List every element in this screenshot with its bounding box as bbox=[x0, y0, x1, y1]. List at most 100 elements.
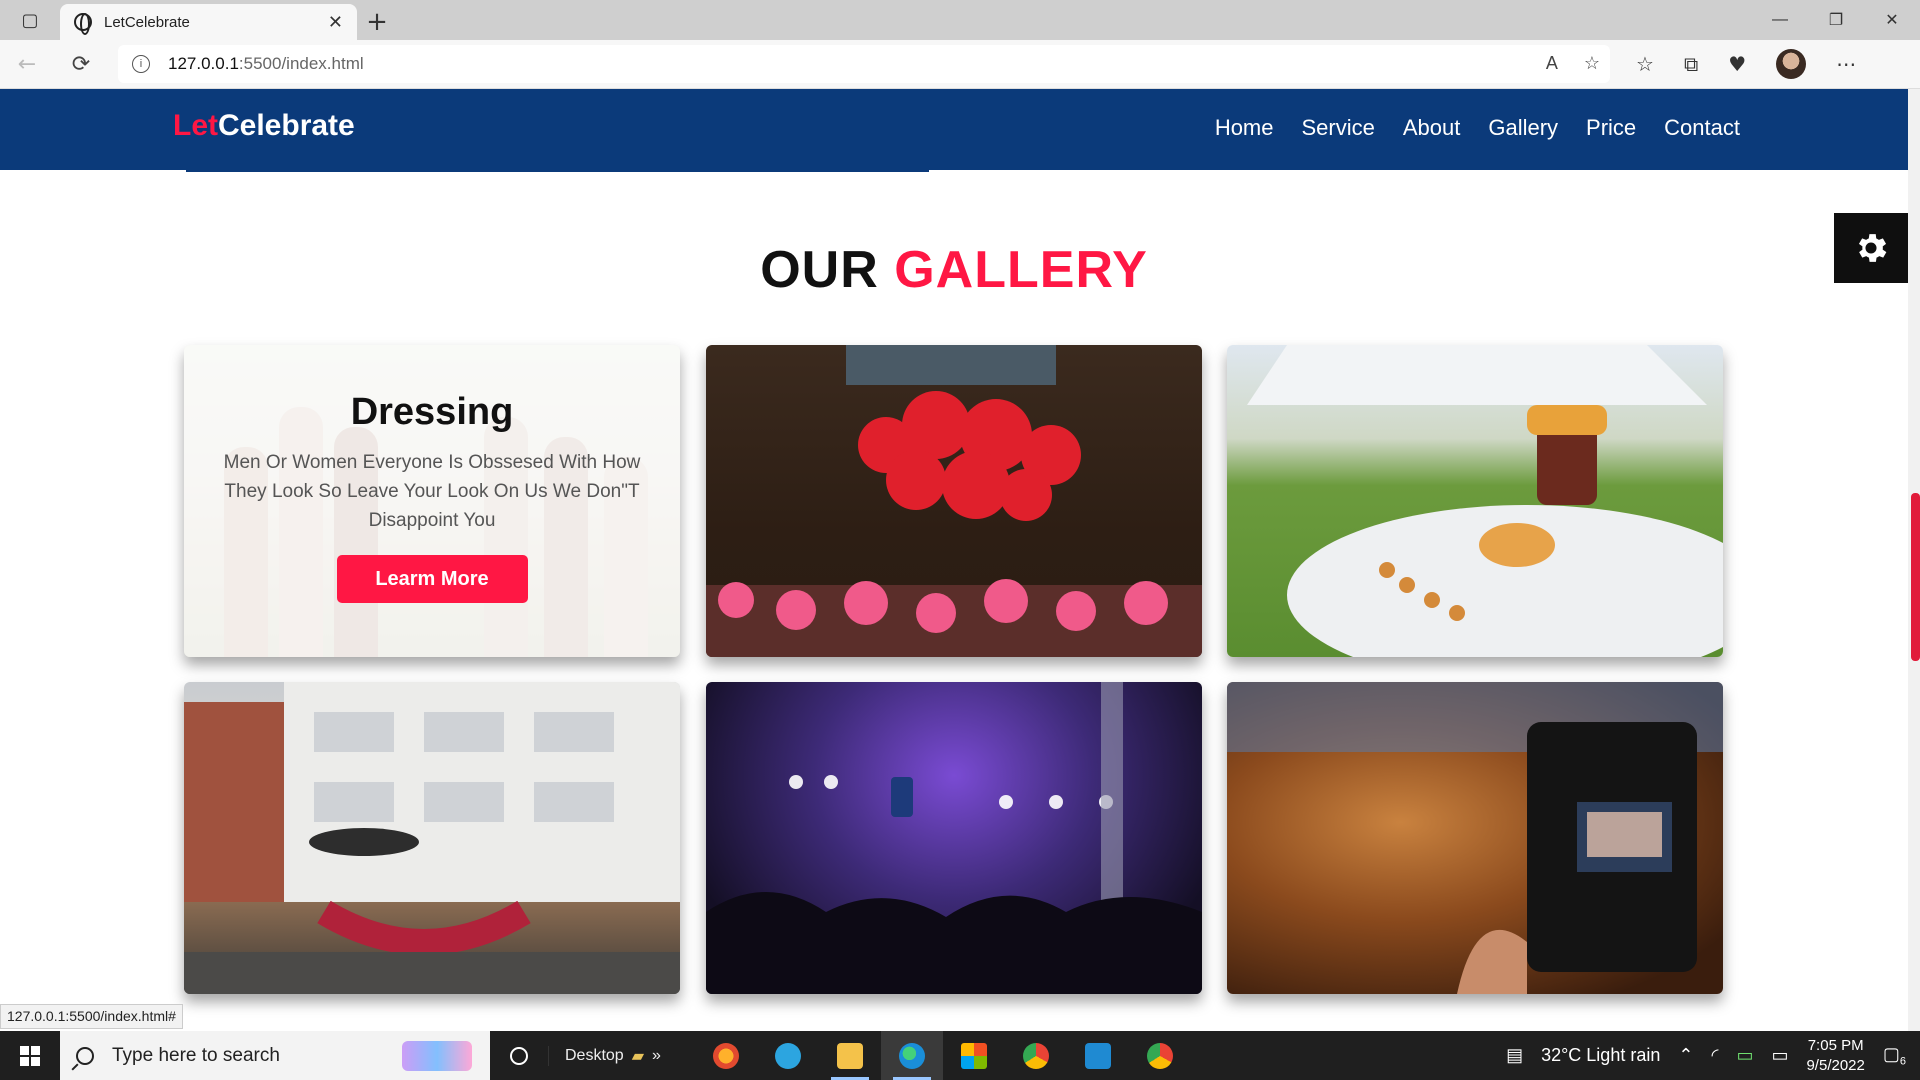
site-logo[interactable]: LetCelebrate bbox=[173, 109, 355, 143]
logo-rest: Celebrate bbox=[218, 109, 355, 142]
browser-toolbar: ☆ ⧉ ♥ ⋯ bbox=[1636, 49, 1856, 79]
logo-accent: Let bbox=[173, 109, 218, 142]
gallery-heading: OUR GALLERY bbox=[0, 240, 1908, 300]
collections-icon[interactable]: ⧉ bbox=[1684, 52, 1698, 76]
display-icon[interactable]: ▭ bbox=[1771, 1045, 1788, 1066]
firefox-app[interactable] bbox=[695, 1031, 757, 1080]
folder-icon bbox=[836, 1042, 863, 1069]
close-window-button[interactable]: ✕ bbox=[1864, 0, 1920, 40]
search-icon bbox=[76, 1046, 94, 1065]
wifi-icon[interactable]: ◜ bbox=[1711, 1045, 1718, 1066]
tab-title: LetCelebrate bbox=[104, 13, 190, 31]
nav-home[interactable]: Home bbox=[1215, 115, 1274, 141]
gallery-card-party[interactable] bbox=[1227, 345, 1723, 657]
chrome-profile-app[interactable] bbox=[1129, 1031, 1191, 1080]
nav-service[interactable]: Service bbox=[1302, 115, 1375, 141]
site-info-icon[interactable]: i bbox=[132, 55, 150, 73]
desktop-toolbar[interactable]: Desktop ▰ » bbox=[548, 1045, 677, 1066]
street-image bbox=[184, 682, 680, 994]
camera-image bbox=[1227, 682, 1723, 994]
edge-app[interactable] bbox=[880, 1031, 943, 1080]
weather-icon: ▤ bbox=[1506, 1045, 1524, 1065]
weather-text[interactable]: 32°C Light rain bbox=[1541, 1045, 1660, 1066]
header-underline bbox=[186, 169, 929, 172]
taskbar: Type here to search Desktop ▰ » ▤ 32°C L… bbox=[0, 1031, 1920, 1080]
flowers-image bbox=[706, 345, 1202, 657]
address-bar[interactable]: i 127.0.0.1:5500/index.html A ☆ bbox=[118, 45, 1610, 83]
firefox-icon bbox=[712, 1042, 739, 1069]
file-explorer-app[interactable] bbox=[819, 1031, 881, 1080]
vscode-app[interactable] bbox=[1067, 1031, 1129, 1080]
minimize-button[interactable]: — bbox=[1752, 0, 1808, 40]
restore-button[interactable]: ❐ bbox=[1808, 0, 1864, 40]
edge-icon bbox=[898, 1042, 925, 1069]
nav-price[interactable]: Price bbox=[1586, 115, 1636, 141]
url-path: :5500/index.html bbox=[238, 54, 364, 73]
card-description: Men Or Women Everyone Is Obssesed With H… bbox=[223, 452, 641, 531]
browser-tabbar: ▢ LetCelebrate ✕ + — ❐ ✕ bbox=[0, 0, 1920, 40]
store-icon bbox=[960, 1042, 987, 1069]
gallery-card-dressing[interactable]: Dressing Men Or Women Everyone Is Obsses… bbox=[184, 345, 680, 657]
browser-tab[interactable]: LetCelebrate ✕ bbox=[60, 4, 357, 40]
close-tab-icon[interactable]: ✕ bbox=[328, 12, 343, 33]
chrome-app[interactable] bbox=[1005, 1031, 1067, 1080]
street-illustration bbox=[184, 682, 680, 994]
nav-about[interactable]: About bbox=[1403, 115, 1461, 141]
learn-more-button[interactable]: Learm More bbox=[336, 555, 528, 603]
cortana-icon bbox=[510, 1046, 528, 1065]
desktop-label: Desktop bbox=[565, 1046, 624, 1064]
card-content: Dressing Men Or Women Everyone Is Obsses… bbox=[184, 345, 680, 657]
battery-icon[interactable]: ▭ bbox=[1736, 1045, 1753, 1066]
health-icon[interactable]: ♥ bbox=[1728, 52, 1746, 76]
scrollbar-thumb[interactable] bbox=[1911, 493, 1920, 661]
chrome-icon bbox=[1022, 1042, 1049, 1069]
cortana-button[interactable] bbox=[490, 1046, 548, 1065]
search-placeholder: Type here to search bbox=[112, 1044, 280, 1066]
clock-time: 7:05 PM bbox=[1807, 1036, 1864, 1054]
concert-image bbox=[706, 682, 1202, 994]
site-header: LetCelebrate Home Service About Gallery … bbox=[0, 89, 1908, 170]
tab-actions-icon[interactable]: ▢ bbox=[0, 0, 60, 40]
status-url: 127.0.0.1:5500/index.html# bbox=[0, 1004, 183, 1029]
system-tray: ▤ 32°C Light rain ⌃ ◜ ▭ ▭ 7:05 PM 9/5/20… bbox=[1506, 1031, 1920, 1080]
vscode-icon bbox=[1084, 1042, 1111, 1069]
gallery-card-flowers[interactable] bbox=[706, 345, 1202, 657]
tray-expand-icon[interactable]: ⌃ bbox=[1678, 1045, 1693, 1066]
expand-icon: » bbox=[652, 1046, 661, 1064]
add-favorite-icon[interactable]: ☆ bbox=[1584, 53, 1600, 74]
address-bar-actions: A ☆ bbox=[1546, 53, 1600, 74]
start-button[interactable] bbox=[0, 1031, 60, 1080]
clock-date: 9/5/2022 bbox=[1806, 1056, 1865, 1074]
store-app[interactable] bbox=[943, 1031, 1005, 1080]
folder-icon: ▰ bbox=[631, 1047, 645, 1065]
clock[interactable]: 7:05 PM 9/5/2022 bbox=[1806, 1036, 1864, 1076]
gallery-card-concert[interactable] bbox=[706, 682, 1202, 994]
favorites-icon[interactable]: ☆ bbox=[1636, 52, 1654, 76]
flowers-illustration bbox=[706, 345, 1202, 657]
gallery-card-street[interactable] bbox=[184, 682, 680, 994]
url-host: 127.0.0.1 bbox=[168, 54, 239, 73]
heading-dark: OUR bbox=[760, 241, 879, 299]
party-illustration bbox=[1247, 345, 1723, 657]
chrome-profile-icon bbox=[1146, 1042, 1173, 1069]
nav-gallery[interactable]: Gallery bbox=[1488, 115, 1558, 141]
back-button[interactable]: ← bbox=[0, 42, 54, 86]
telegram-app[interactable] bbox=[757, 1031, 819, 1080]
taskbar-search[interactable]: Type here to search bbox=[60, 1031, 490, 1080]
telegram-icon bbox=[774, 1042, 801, 1069]
address-toolbar: ← ⟳ i 127.0.0.1:5500/index.html A ☆ ☆ ⧉ … bbox=[0, 40, 1920, 89]
refresh-button[interactable]: ⟳ bbox=[54, 42, 108, 86]
new-tab-button[interactable]: + bbox=[357, 4, 397, 40]
notification-count: 6 bbox=[1899, 1055, 1906, 1068]
read-aloud-icon[interactable]: A bbox=[1546, 53, 1558, 74]
profile-avatar[interactable] bbox=[1776, 49, 1807, 79]
notification-icon[interactable]: ▢6 bbox=[1883, 1044, 1906, 1068]
gallery-card-camera[interactable] bbox=[1227, 682, 1723, 994]
heading-accent: GALLERY bbox=[894, 241, 1148, 299]
nav-contact[interactable]: Contact bbox=[1664, 115, 1740, 141]
card-title: Dressing bbox=[350, 391, 514, 433]
windows-icon bbox=[20, 1045, 40, 1066]
party-image bbox=[1227, 345, 1723, 657]
more-menu-icon[interactable]: ⋯ bbox=[1836, 52, 1856, 76]
camera-illustration bbox=[1227, 682, 1723, 994]
